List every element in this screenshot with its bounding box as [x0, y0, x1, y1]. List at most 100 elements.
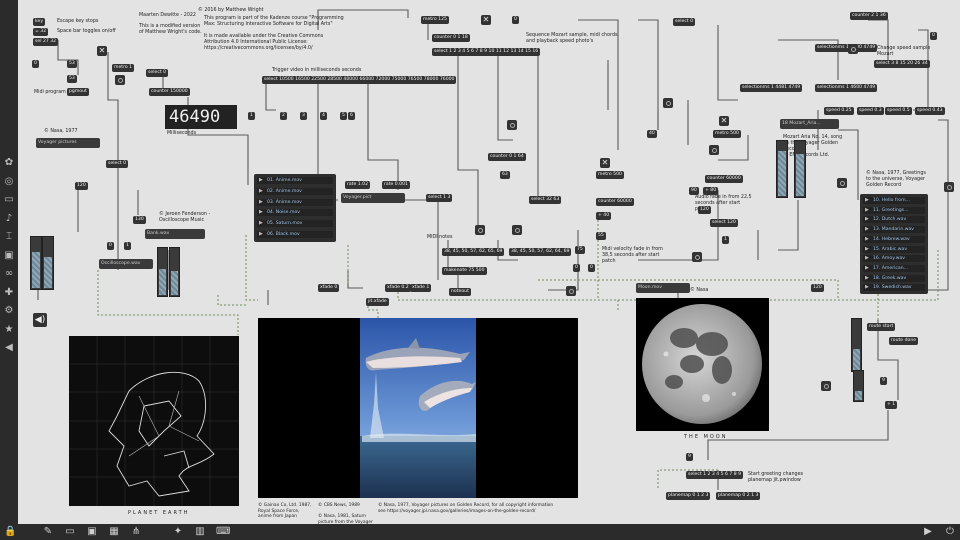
wrench-icon[interactable]: ✦	[172, 526, 184, 538]
msg-5[interactable]: 5	[340, 112, 347, 120]
play-icon[interactable]: ▶	[259, 188, 263, 194]
link-icon[interactable]: ∞	[3, 268, 15, 280]
pgmout-object[interactable]: pgmout	[67, 88, 89, 96]
window-icon[interactable]: ▣	[86, 526, 98, 538]
play-icon[interactable]: ▶	[259, 221, 263, 226]
play-icon[interactable]: ▶	[259, 232, 263, 237]
plus-80[interactable]: + 80	[703, 187, 719, 195]
chord-a[interactable]: 38, 45, 50, 57, 62, 65, 69	[442, 248, 505, 256]
number-120[interactable]: 120	[75, 182, 88, 190]
msg-6[interactable]: 6	[348, 112, 355, 120]
selectionms-c[interactable]: selectionms 1 4481 4749	[740, 84, 803, 92]
play-icon[interactable]: ▶	[865, 198, 869, 203]
number-9b[interactable]: 9	[686, 453, 693, 461]
play-icon[interactable]: ▶	[922, 526, 934, 538]
toggle-x1[interactable]: ✕	[600, 158, 610, 168]
number-0b[interactable]: 0	[512, 16, 519, 24]
play-icon[interactable]: ▶	[259, 178, 263, 183]
select0c-object[interactable]: select 0	[673, 18, 696, 26]
metro-toggle[interactable]: ✕	[481, 15, 491, 25]
playlist-track[interactable]: ▶ 03. Anime.mov	[257, 198, 333, 206]
speed025-msg[interactable]: speed 0.25	[824, 107, 854, 115]
star-icon[interactable]: ★	[3, 324, 15, 336]
number-90[interactable]: 90	[689, 187, 699, 195]
bang-button[interactable]	[115, 75, 125, 85]
play-icon[interactable]: ▶	[865, 265, 869, 271]
stop-toggle[interactable]: ✕	[97, 46, 107, 56]
music-note-icon[interactable]: ♪	[3, 213, 15, 225]
planemap0213-msg[interactable]: planemap 0 2 1 3	[716, 492, 761, 500]
xfade0-msg[interactable]: xfade 0	[318, 284, 340, 292]
xfade1-msg[interactable]: xfade 1	[410, 284, 432, 292]
milliseconds-display[interactable]: 46490	[165, 105, 237, 129]
metro500-object[interactable]: metro 500	[596, 171, 624, 179]
xfade02-msg[interactable]: xfade 0.2	[385, 284, 411, 292]
playlist-track[interactable]: ▶ 15. Arabic.wav	[863, 245, 925, 253]
gain-slider-2[interactable]	[42, 236, 54, 290]
metro1-object[interactable]: metro 1	[112, 64, 135, 72]
number-0d[interactable]: 0	[107, 242, 114, 250]
audio-playlist[interactable]: ▶ 10. Hello from... ▶ 11. Greetings... ▶ 12. …	[860, 194, 928, 294]
playlist-track[interactable]: ▶ 02. Anime.mov	[257, 187, 333, 195]
bracket-icon[interactable]: ⌶	[3, 231, 15, 243]
oscilloscope-audio-header[interactable]: Oscilloscope.wav	[99, 259, 153, 269]
number-0e[interactable]: 0	[930, 32, 937, 40]
rate102-msg[interactable]: rate 1.02	[345, 181, 371, 189]
speaker-icon[interactable]: ◀	[3, 342, 15, 354]
planemap0123-msg[interactable]: planemap 0 1 2 3	[666, 492, 711, 500]
image-icon[interactable]: ▣	[3, 250, 15, 262]
counter0164-object[interactable]: counter 0 1 64	[488, 153, 526, 161]
gain-slider-1[interactable]	[30, 236, 42, 290]
playlist-track[interactable]: ▶ 14. Hebrew.wav	[863, 235, 925, 243]
number-120b[interactable]: 120	[698, 206, 711, 214]
select120-object[interactable]: select 120	[710, 219, 738, 227]
routestart-object[interactable]: route start	[867, 323, 896, 331]
chord-b[interactable]: 38, 45, 50, 57, 62, 64, 69	[509, 248, 572, 256]
playlist-track[interactable]: ▶ 10. Hello from...	[863, 197, 925, 204]
number-75[interactable]: 75	[575, 246, 585, 254]
counter60000b-object[interactable]: counter 60000	[705, 175, 743, 183]
msg-2[interactable]: 2	[280, 112, 287, 120]
number-53[interactable]: 53	[67, 60, 77, 68]
speed043-msg[interactable]: speed 0.43	[915, 107, 945, 115]
playlist-track[interactable]: ▶ 13. Mandarin.wav	[863, 226, 925, 234]
key-object[interactable]: key	[33, 18, 46, 26]
playlist-track[interactable]: ▶ 11. Greetings...	[863, 206, 925, 214]
select3263-object[interactable]: select 32 63	[529, 196, 562, 204]
playlist-track[interactable]: ▶ 19. Swedish.wav	[863, 284, 925, 292]
hierarchy-icon[interactable]: ⋔	[130, 526, 142, 538]
plus-40[interactable]: + 40	[596, 212, 612, 220]
mozart-audio-header[interactable]: 18 Mozart_Aria...	[780, 119, 839, 129]
gain-slider-3[interactable]	[157, 247, 168, 297]
keyboard-icon[interactable]: ⌨	[216, 526, 230, 538]
number-0[interactable]: 0	[32, 60, 39, 68]
play-icon[interactable]: ▶	[259, 199, 263, 205]
counter150000-object[interactable]: counter 150000	[149, 88, 190, 96]
makenote-object[interactable]: makenote 75 500	[442, 267, 487, 275]
select13-object[interactable]: select 1 3	[426, 194, 453, 202]
gain-slider-7[interactable]	[851, 318, 862, 372]
sel32-object[interactable]: = 32	[33, 28, 49, 36]
noteout-object[interactable]: noteout	[449, 288, 471, 296]
bang-b[interactable]	[507, 120, 517, 130]
play-icon[interactable]: ▶	[865, 207, 869, 213]
gain-slider-8[interactable]	[853, 370, 864, 402]
bang-speed[interactable]	[848, 44, 858, 54]
bang-e[interactable]	[566, 286, 576, 296]
gear-icon[interactable]: ⚙	[3, 305, 15, 317]
bang-i[interactable]	[709, 145, 719, 155]
bang-j[interactable]	[837, 178, 847, 188]
jitxfade-object[interactable]: jit.xfade	[366, 298, 389, 306]
number-63[interactable]: 63	[500, 171, 510, 179]
bang-h[interactable]	[944, 182, 954, 192]
plus-1[interactable]: + 1	[885, 401, 898, 409]
msg-3[interactable]: 3	[300, 112, 307, 120]
lock-icon[interactable]: 🔒	[4, 526, 16, 538]
puzzle-icon[interactable]: ✚	[3, 287, 15, 299]
msg-4[interactable]: 4	[320, 112, 327, 120]
selectionms-a[interactable]: selectionms 1 4400 4749	[815, 44, 878, 52]
grid-icon[interactable]: ▦	[108, 526, 120, 538]
edit-icon[interactable]: ✎	[42, 526, 54, 538]
number-53b[interactable]: 53	[67, 75, 77, 83]
play-icon[interactable]: ▶	[865, 246, 869, 252]
